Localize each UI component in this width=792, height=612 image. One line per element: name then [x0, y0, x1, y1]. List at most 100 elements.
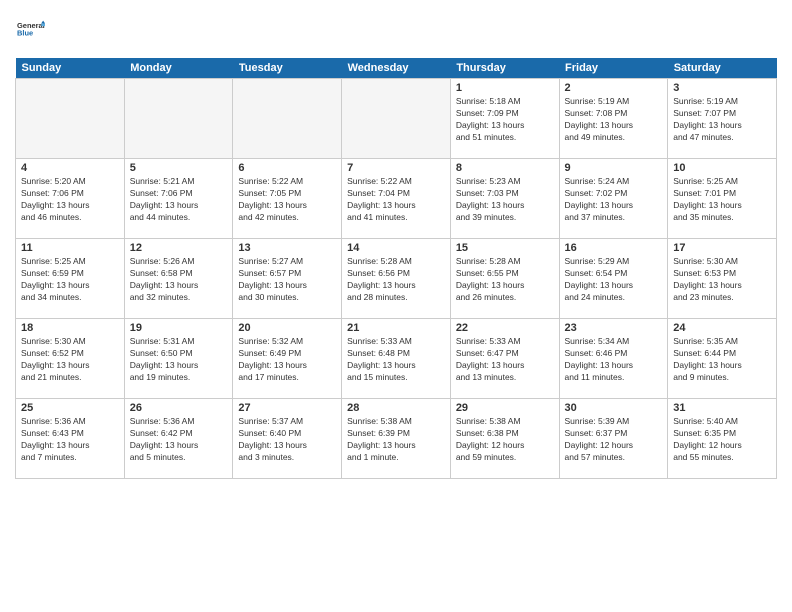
calendar-cell: 5 Sunrise: 5:21 AM Sunset: 7:06 PM Daylig…	[124, 159, 233, 239]
calendar-cell: 26 Sunrise: 5:36 AM Sunset: 6:42 PM Dayli…	[124, 399, 233, 479]
day-info: Sunrise: 5:30 AM Sunset: 6:52 PM Dayligh…	[21, 336, 119, 384]
calendar-cell: 16 Sunrise: 5:29 AM Sunset: 6:54 PM Dayli…	[559, 239, 668, 319]
day-number: 28	[347, 402, 445, 414]
day-info: Sunrise: 5:19 AM Sunset: 7:07 PM Dayligh…	[673, 96, 771, 144]
day-info: Sunrise: 5:36 AM Sunset: 6:42 PM Dayligh…	[130, 416, 228, 464]
day-number: 29	[456, 402, 554, 414]
calendar-cell: 28 Sunrise: 5:38 AM Sunset: 6:39 PM Dayli…	[342, 399, 451, 479]
calendar-cell: 11 Sunrise: 5:25 AM Sunset: 6:59 PM Dayli…	[16, 239, 125, 319]
logo-icon: General Blue	[17, 15, 45, 43]
day-info: Sunrise: 5:40 AM Sunset: 6:35 PM Dayligh…	[673, 416, 771, 464]
calendar-cell: 1 Sunrise: 5:18 AM Sunset: 7:09 PM Daylig…	[450, 79, 559, 159]
calendar-cell	[124, 79, 233, 159]
calendar-cell: 10 Sunrise: 5:25 AM Sunset: 7:01 PM Dayli…	[668, 159, 777, 239]
day-number: 21	[347, 322, 445, 334]
day-info: Sunrise: 5:31 AM Sunset: 6:50 PM Dayligh…	[130, 336, 228, 384]
day-number: 7	[347, 162, 445, 174]
calendar-cell	[233, 79, 342, 159]
week-row-4: 18 Sunrise: 5:30 AM Sunset: 6:52 PM Dayli…	[16, 319, 777, 399]
logo-text: General Blue	[15, 15, 45, 48]
calendar-cell: 31 Sunrise: 5:40 AM Sunset: 6:35 PM Dayli…	[668, 399, 777, 479]
day-number: 25	[21, 402, 119, 414]
day-info: Sunrise: 5:37 AM Sunset: 6:40 PM Dayligh…	[238, 416, 336, 464]
day-info: Sunrise: 5:30 AM Sunset: 6:53 PM Dayligh…	[673, 256, 771, 304]
day-info: Sunrise: 5:19 AM Sunset: 7:08 PM Dayligh…	[565, 96, 663, 144]
calendar-cell: 22 Sunrise: 5:33 AM Sunset: 6:47 PM Dayli…	[450, 319, 559, 399]
day-number: 10	[673, 162, 771, 174]
day-number: 3	[673, 82, 771, 94]
calendar-cell: 24 Sunrise: 5:35 AM Sunset: 6:44 PM Dayli…	[668, 319, 777, 399]
calendar-cell: 21Sunrise: 5:33 AM Sunset: 6:48 PM Dayli…	[342, 319, 451, 399]
day-info: Sunrise: 5:29 AM Sunset: 6:54 PM Dayligh…	[565, 256, 663, 304]
calendar-cell: 7 Sunrise: 5:22 AM Sunset: 7:04 PM Daylig…	[342, 159, 451, 239]
day-info: Sunrise: 5:39 AM Sunset: 6:37 PM Dayligh…	[565, 416, 663, 464]
day-number: 4	[21, 162, 119, 174]
day-number: 16	[565, 242, 663, 254]
day-info: Sunrise: 5:28 AM Sunset: 6:55 PM Dayligh…	[456, 256, 554, 304]
day-number: 26	[130, 402, 228, 414]
calendar-table: SundayMondayTuesdayWednesdayThursdayFrid…	[15, 58, 777, 479]
day-number: 24	[673, 322, 771, 334]
day-info: Sunrise: 5:36 AM Sunset: 6:43 PM Dayligh…	[21, 416, 119, 464]
day-number: 5	[130, 162, 228, 174]
calendar-cell: 9 Sunrise: 5:24 AM Sunset: 7:02 PM Daylig…	[559, 159, 668, 239]
day-info: Sunrise: 5:33 AM Sunset: 6:47 PM Dayligh…	[456, 336, 554, 384]
weekday-header-tuesday: Tuesday	[233, 58, 342, 79]
calendar-cell: 3 Sunrise: 5:19 AM Sunset: 7:07 PM Daylig…	[668, 79, 777, 159]
calendar-cell: 19 Sunrise: 5:31 AM Sunset: 6:50 PM Dayli…	[124, 319, 233, 399]
calendar-cell: 2Sunrise: 5:19 AM Sunset: 7:08 PM Daylig…	[559, 79, 668, 159]
weekday-header-row: SundayMondayTuesdayWednesdayThursdayFrid…	[16, 58, 777, 79]
week-row-2: 4 Sunrise: 5:20 AM Sunset: 7:06 PM Daylig…	[16, 159, 777, 239]
calendar-cell: 30 Sunrise: 5:39 AM Sunset: 6:37 PM Dayli…	[559, 399, 668, 479]
day-info: Sunrise: 5:24 AM Sunset: 7:02 PM Dayligh…	[565, 176, 663, 224]
day-number: 22	[456, 322, 554, 334]
calendar-cell: 6Sunrise: 5:22 AM Sunset: 7:05 PM Daylig…	[233, 159, 342, 239]
day-number: 15	[456, 242, 554, 254]
day-number: 20	[238, 322, 336, 334]
weekday-header-monday: Monday	[124, 58, 233, 79]
day-info: Sunrise: 5:34 AM Sunset: 6:46 PM Dayligh…	[565, 336, 663, 384]
calendar-cell: 13Sunrise: 5:27 AM Sunset: 6:57 PM Dayli…	[233, 239, 342, 319]
calendar-cell: 12 Sunrise: 5:26 AM Sunset: 6:58 PM Dayli…	[124, 239, 233, 319]
weekday-header-sunday: Sunday	[16, 58, 125, 79]
day-number: 6	[238, 162, 336, 174]
page: General Blue SundayMondayTuesdayWednesda…	[0, 0, 792, 612]
week-row-1: 1 Sunrise: 5:18 AM Sunset: 7:09 PM Daylig…	[16, 79, 777, 159]
day-number: 31	[673, 402, 771, 414]
day-info: Sunrise: 5:32 AM Sunset: 6:49 PM Dayligh…	[238, 336, 336, 384]
calendar-cell: 20 Sunrise: 5:32 AM Sunset: 6:49 PM Dayli…	[233, 319, 342, 399]
svg-text:Blue: Blue	[17, 29, 33, 38]
day-info: Sunrise: 5:23 AM Sunset: 7:03 PM Dayligh…	[456, 176, 554, 224]
day-info: Sunrise: 5:25 AM Sunset: 6:59 PM Dayligh…	[21, 256, 119, 304]
day-info: Sunrise: 5:35 AM Sunset: 6:44 PM Dayligh…	[673, 336, 771, 384]
calendar-cell: 15 Sunrise: 5:28 AM Sunset: 6:55 PM Dayli…	[450, 239, 559, 319]
day-number: 13	[238, 242, 336, 254]
calendar-cell: 29Sunrise: 5:38 AM Sunset: 6:38 PM Dayli…	[450, 399, 559, 479]
day-info: Sunrise: 5:26 AM Sunset: 6:58 PM Dayligh…	[130, 256, 228, 304]
logo: General Blue	[15, 15, 45, 48]
day-info: Sunrise: 5:22 AM Sunset: 7:04 PM Dayligh…	[347, 176, 445, 224]
day-number: 1	[456, 82, 554, 94]
day-number: 12	[130, 242, 228, 254]
day-info: Sunrise: 5:38 AM Sunset: 6:39 PM Dayligh…	[347, 416, 445, 464]
day-number: 9	[565, 162, 663, 174]
calendar-cell: 25 Sunrise: 5:36 AM Sunset: 6:43 PM Dayli…	[16, 399, 125, 479]
day-info: Sunrise: 5:21 AM Sunset: 7:06 PM Dayligh…	[130, 176, 228, 224]
calendar-cell: 14Sunrise: 5:28 AM Sunset: 6:56 PM Dayli…	[342, 239, 451, 319]
weekday-header-saturday: Saturday	[668, 58, 777, 79]
day-number: 19	[130, 322, 228, 334]
day-number: 23	[565, 322, 663, 334]
calendar-cell: 27Sunrise: 5:37 AM Sunset: 6:40 PM Dayli…	[233, 399, 342, 479]
day-number: 11	[21, 242, 119, 254]
calendar-cell: 8Sunrise: 5:23 AM Sunset: 7:03 PM Daylig…	[450, 159, 559, 239]
calendar-cell	[16, 79, 125, 159]
day-info: Sunrise: 5:25 AM Sunset: 7:01 PM Dayligh…	[673, 176, 771, 224]
day-number: 30	[565, 402, 663, 414]
day-number: 18	[21, 322, 119, 334]
day-info: Sunrise: 5:28 AM Sunset: 6:56 PM Dayligh…	[347, 256, 445, 304]
day-info: Sunrise: 5:18 AM Sunset: 7:09 PM Dayligh…	[456, 96, 554, 144]
weekday-header-friday: Friday	[559, 58, 668, 79]
weekday-header-wednesday: Wednesday	[342, 58, 451, 79]
day-info: Sunrise: 5:20 AM Sunset: 7:06 PM Dayligh…	[21, 176, 119, 224]
week-row-3: 11 Sunrise: 5:25 AM Sunset: 6:59 PM Dayli…	[16, 239, 777, 319]
